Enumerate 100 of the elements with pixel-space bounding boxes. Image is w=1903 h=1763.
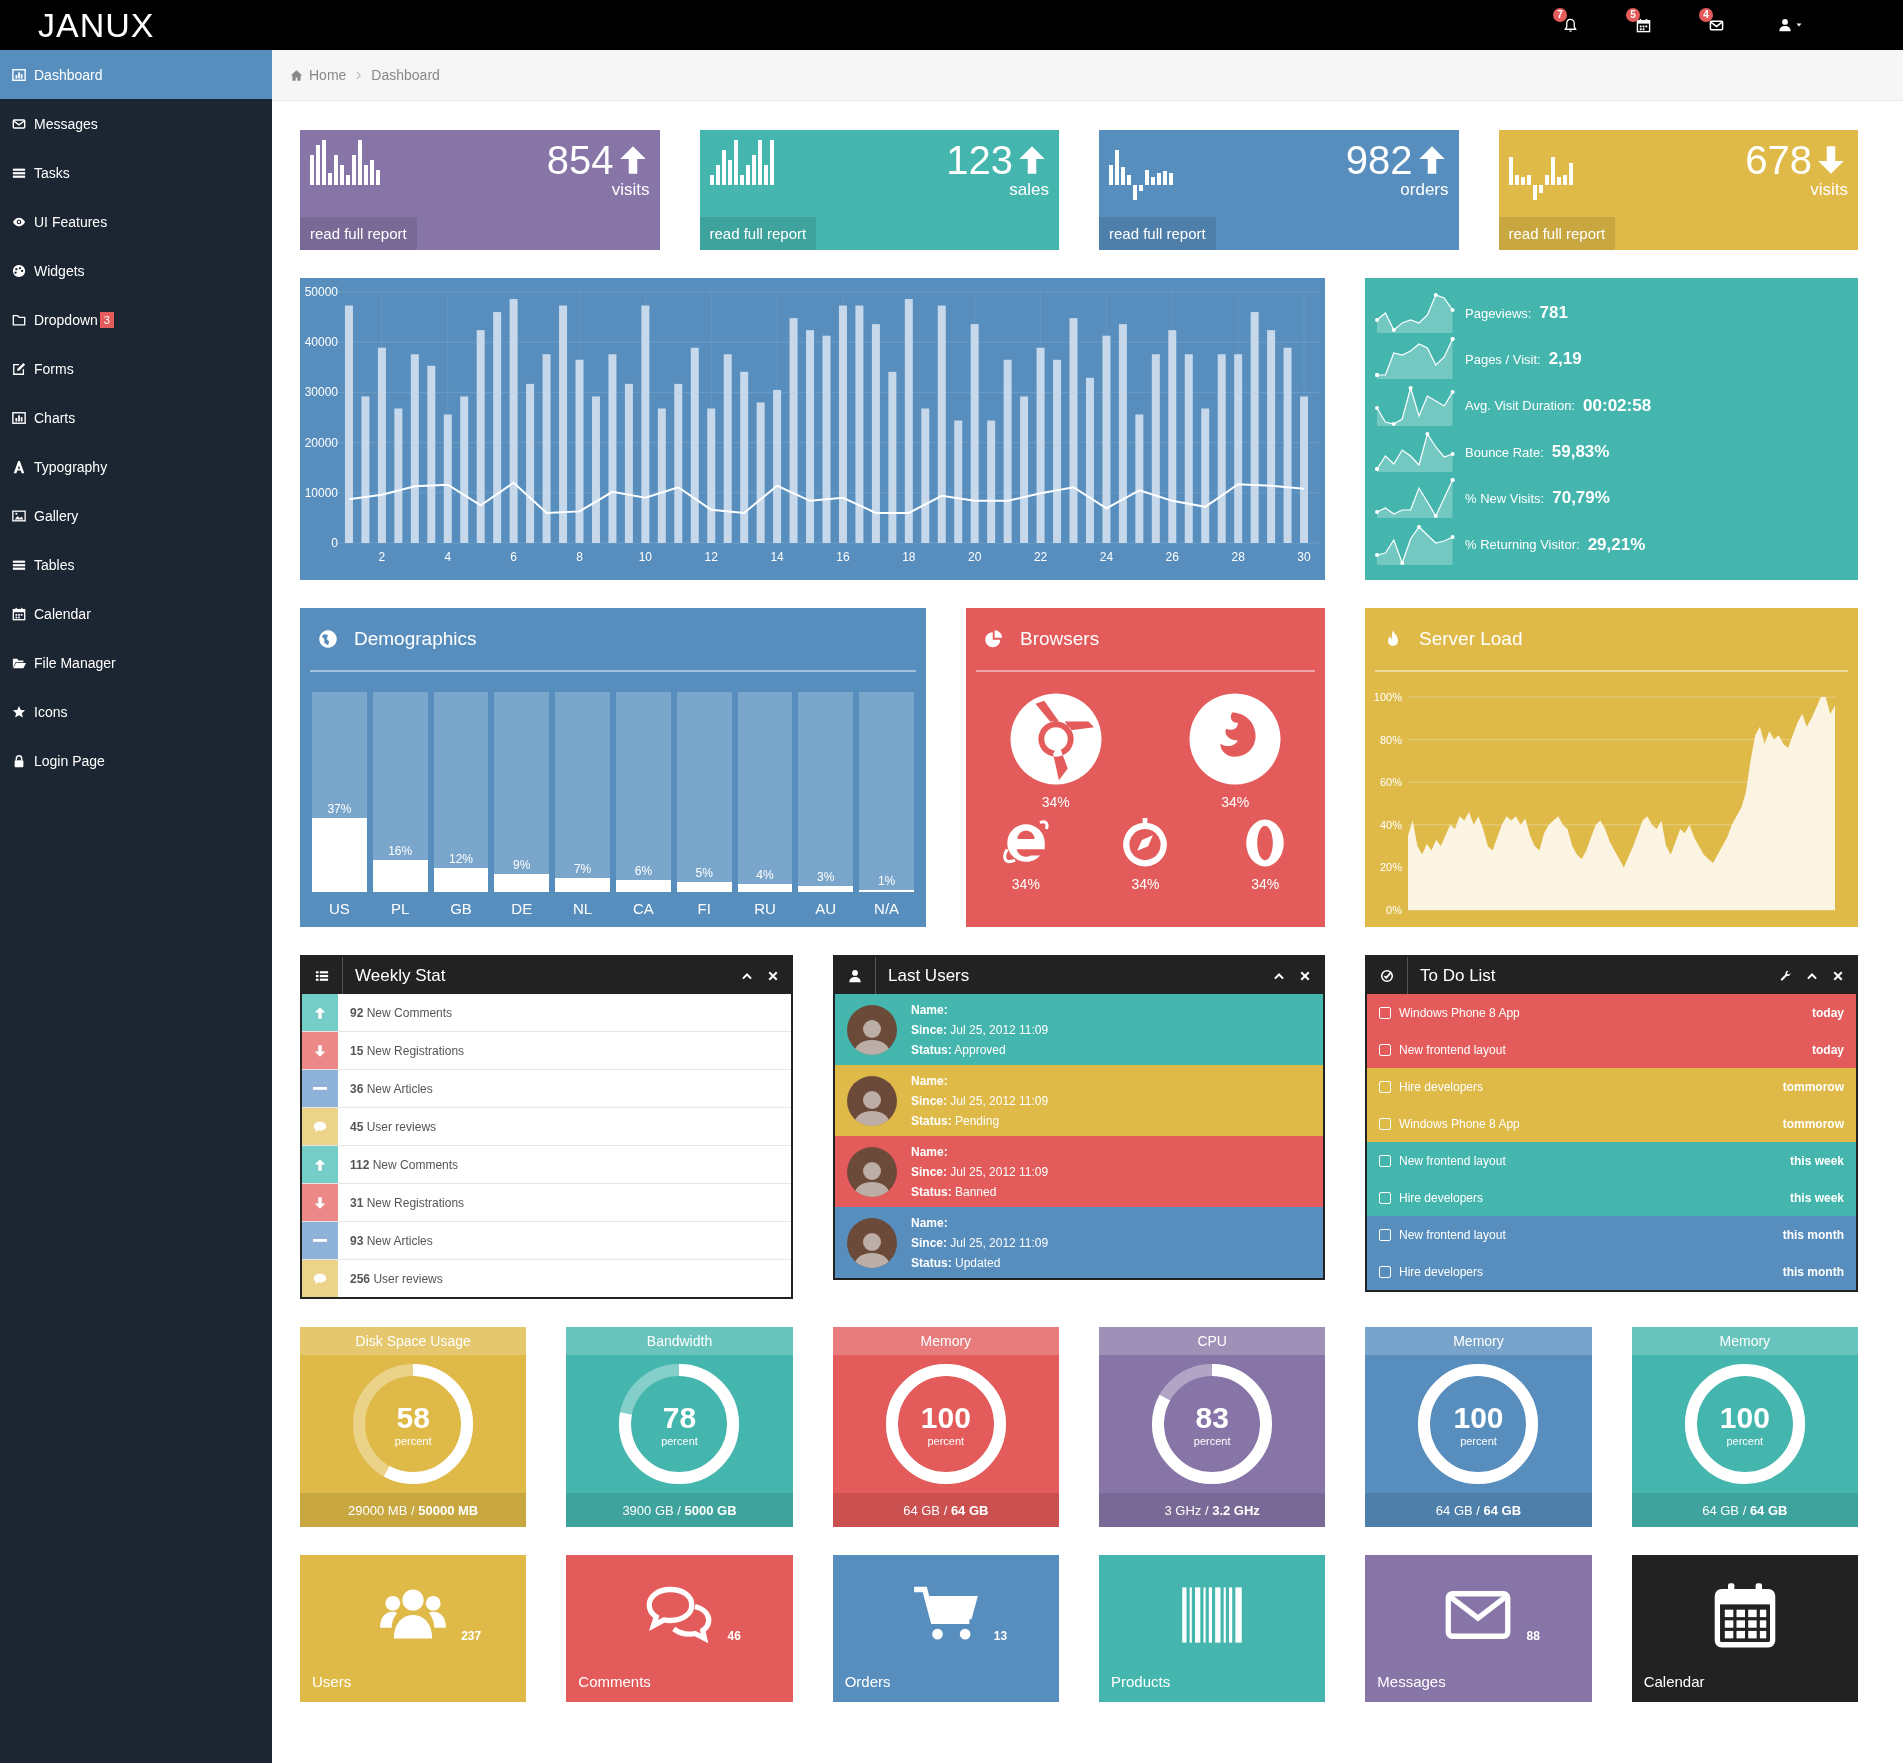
checkbox[interactable] — [1379, 1006, 1391, 1019]
sidebar-item[interactable]: Tasks — [0, 148, 272, 197]
usage-text: 64 GB / 64 GB — [1435, 1502, 1522, 1518]
axis-tick-label: 0% — [1386, 904, 1402, 916]
panel-title: Server Load — [1419, 628, 1523, 650]
sidebar-item[interactable]: Login Page — [0, 736, 272, 785]
checkbox[interactable] — [1379, 1043, 1391, 1056]
close-icon[interactable] — [767, 969, 779, 982]
percent-label: 34% — [1251, 876, 1280, 892]
stat-label: visits — [1810, 180, 1848, 200]
check-circle-icon — [1380, 968, 1394, 983]
axis-tick-label: 16 — [836, 550, 850, 564]
shortcut-tile[interactable]: Calendar — [1631, 1555, 1858, 1702]
tile-label: Messages — [1377, 1673, 1447, 1690]
user-status: Status: Pending — [911, 1112, 1001, 1130]
unit-label: percent — [394, 1435, 432, 1447]
sidebar-item[interactable]: File Manager — [0, 638, 272, 687]
stat-value: 2,19 — [1548, 349, 1582, 370]
axis-tick-label: 100% — [1373, 691, 1402, 703]
country-label: N/A — [873, 900, 901, 917]
usage-text: 29000 MB / 50000 MB — [348, 1502, 479, 1518]
percent-label: 12% — [447, 852, 474, 868]
bar-chart-icon — [12, 410, 26, 425]
sidebar-item[interactable]: Widgets — [0, 246, 272, 295]
user-name: Name: — [911, 1072, 949, 1090]
checkbox[interactable] — [1379, 1228, 1391, 1241]
notification-badge: 7 — [1553, 7, 1567, 22]
report-link[interactable]: read full report — [1099, 217, 1216, 250]
usage-text: 64 GB / 64 GB — [1702, 1502, 1788, 1518]
avatar — [847, 1004, 897, 1055]
sidebar-item[interactable]: Icons — [0, 687, 272, 736]
percent-value: 58 — [396, 1401, 430, 1435]
count-label: 46 — [727, 1629, 741, 1643]
checkbox[interactable] — [1379, 1117, 1391, 1130]
user-since: Since: Jul 25, 2012 11:09 — [911, 1021, 1049, 1039]
axis-tick-label: 0 — [331, 536, 338, 550]
sidebar-item[interactable]: Charts — [0, 393, 272, 442]
sidebar-item[interactable]: Tables — [0, 540, 272, 589]
sidebar-item[interactable]: Forms — [0, 344, 272, 393]
stat-text: 112 New Comments — [350, 1157, 459, 1172]
axis-tick-label: 14 — [770, 550, 784, 564]
widget-title: To Do List — [1420, 965, 1497, 986]
sidebar-item[interactable]: Typography — [0, 442, 272, 491]
user-status: Status: Updated — [911, 1254, 1002, 1272]
browser-icon — [1188, 692, 1283, 786]
sidebar-item[interactable]: Calendar — [0, 589, 272, 638]
arrow-up-icon — [313, 1157, 327, 1172]
sidebar-item[interactable]: Messages — [0, 99, 272, 148]
shortcut-tile[interactable]: 46 Comments — [566, 1555, 793, 1702]
letter-a-icon — [12, 459, 26, 474]
close-icon[interactable] — [1832, 969, 1844, 982]
due-label: tommorow — [1782, 1079, 1844, 1094]
notification-badge: 4 — [1699, 7, 1713, 22]
user-icon[interactable] — [1778, 18, 1792, 32]
stat-text: 45 User reviews — [350, 1119, 437, 1134]
palette-icon — [12, 263, 26, 278]
percent-value: 78 — [662, 1401, 697, 1435]
caret-icon[interactable] — [1795, 21, 1803, 29]
browser-icon — [1008, 692, 1103, 786]
unit-label: percent — [1460, 1435, 1497, 1447]
sidebar-item[interactable]: Dropdown 3 — [0, 295, 272, 344]
todo-text: New frontend layout — [1399, 1227, 1507, 1242]
user-since: Since: Jul 25, 2012 11:09 — [911, 1092, 1049, 1110]
checkbox[interactable] — [1379, 1154, 1391, 1167]
stat-text: 256 User reviews — [350, 1271, 443, 1286]
user-name: Name: — [911, 1143, 949, 1161]
stat-text: 15 New Registrations — [350, 1043, 465, 1058]
minus-icon — [313, 1239, 327, 1242]
minus-icon — [313, 1087, 327, 1090]
folder-icon — [12, 312, 26, 327]
sidebar-item[interactable]: UI Features — [0, 197, 272, 246]
report-link[interactable]: read full report — [300, 217, 417, 250]
todo-text: Hire developers — [1399, 1079, 1485, 1094]
todo-text: Windows Phone 8 App — [1399, 1005, 1521, 1020]
stat-value: 29,21% — [1587, 534, 1646, 555]
calendar-icon[interactable] — [1636, 17, 1651, 33]
bell-icon[interactable] — [1563, 17, 1578, 33]
shortcut-tile[interactable]: 88 Messages — [1365, 1555, 1592, 1702]
percent-label: 6% — [633, 864, 654, 880]
stat-value: 70,79% — [1552, 488, 1610, 509]
envelope-icon — [12, 116, 26, 131]
axis-tick-label: 28 — [1231, 550, 1245, 564]
percent-label: 1% — [876, 874, 897, 890]
arrow-down-icon — [313, 1195, 327, 1210]
checkbox[interactable] — [1379, 1265, 1391, 1278]
axis-tick-label: 10000 — [304, 485, 338, 500]
stat-text: 36 New Articles — [350, 1081, 433, 1096]
calendar-icon — [12, 606, 26, 621]
count-label: 237 — [461, 1629, 482, 1643]
sidebar-item[interactable]: Gallery — [0, 491, 272, 540]
checkbox[interactable] — [1379, 1191, 1391, 1204]
country-label: US — [327, 900, 351, 917]
count-label: 13 — [993, 1629, 1008, 1643]
stat-label: Pages / Visit: — [1465, 352, 1541, 367]
close-icon[interactable] — [1299, 969, 1311, 982]
country-label: CA — [631, 900, 655, 917]
usage-text: 3 GHz / 3.2 GHz — [1164, 1502, 1260, 1518]
stat-label: Bounce Rate: — [1465, 444, 1544, 460]
wrench-icon[interactable] — [1780, 969, 1792, 982]
checkbox[interactable] — [1379, 1080, 1391, 1093]
